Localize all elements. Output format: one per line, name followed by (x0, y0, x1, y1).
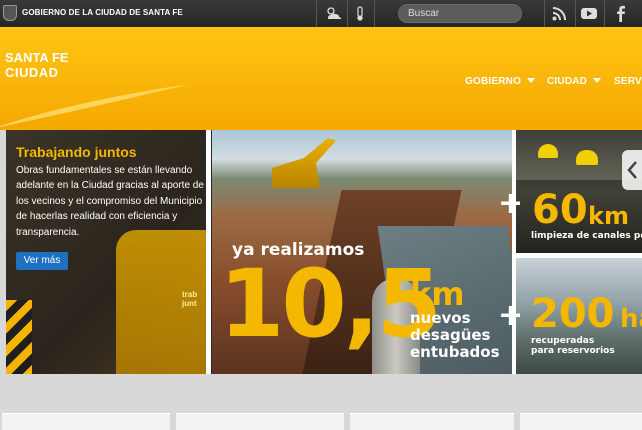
stat3-value: 200 (531, 291, 615, 337)
nav-label: CIUDAD (547, 76, 588, 87)
slide-divider (206, 130, 211, 374)
nav-servicios[interactable]: SERV (614, 76, 642, 87)
chevron-down-icon (593, 78, 602, 83)
feature-title: Trabajando juntos (16, 144, 137, 160)
content-card[interactable] (350, 413, 514, 430)
stat3-desc: recuperadas para reservorios (531, 336, 615, 356)
facebook-icon[interactable] (612, 5, 630, 22)
excavator-image (272, 138, 336, 188)
logo-swoosh-icon (0, 84, 190, 127)
stat2-desc: limpieza de canales por (531, 231, 642, 241)
temperature-icon[interactable] (351, 5, 369, 22)
nav-label: SERV (614, 76, 642, 87)
logo-ciudad[interactable]: CIUDAD (5, 66, 59, 79)
feature-panel: trab junt Trabajando juntos Obras fundam… (6, 130, 206, 374)
search-input[interactable]: Buscar (398, 4, 522, 23)
stat-main-desc: nuevos desagües entubados (410, 309, 500, 361)
rss-icon[interactable] (551, 5, 569, 22)
chevron-down-icon (527, 78, 536, 83)
hazard-stripes (6, 300, 32, 374)
weather-icon[interactable] (324, 5, 342, 22)
nav-ciudad[interactable]: CIUDAD (547, 76, 602, 87)
feature-body: Obras fundamentales se están llevando ad… (16, 165, 204, 238)
plus-sign: + (498, 186, 524, 221)
hardhat-image (538, 144, 558, 158)
separator (575, 0, 576, 27)
separator (604, 0, 605, 27)
plus-sign: + (498, 298, 524, 333)
slider-next-button[interactable] (622, 150, 642, 190)
top-bar: GOBIERNO DE LA CIUDAD DE SANTA FE Buscar (0, 0, 642, 27)
vest-text: trab junt (182, 290, 198, 308)
nav-label: GOBIERNO (465, 76, 522, 87)
stat3-unit: ha (620, 304, 642, 334)
hardhat-image (576, 150, 598, 165)
site-header (0, 27, 642, 130)
separator (374, 0, 375, 27)
content-card[interactable] (176, 413, 344, 430)
content-card[interactable] (520, 413, 642, 430)
youtube-icon[interactable] (580, 5, 598, 22)
logo-santa-fe[interactable]: SANTA FE (5, 51, 69, 64)
content-card[interactable] (2, 413, 170, 430)
chevron-left-icon (627, 161, 637, 179)
stat2-unit: km (588, 202, 629, 230)
stat-main-value: 10,5 (219, 250, 442, 359)
separator (316, 0, 317, 27)
ver-mas-button[interactable]: Ver más (16, 252, 68, 270)
nav-gobierno[interactable]: GOBIERNO (465, 76, 536, 87)
stat2-value: 60 (532, 187, 588, 233)
government-name[interactable]: GOBIERNO DE LA CIUDAD DE SANTA FE (22, 8, 183, 17)
stat-main-unit: km (410, 275, 465, 313)
city-crest-icon[interactable] (3, 5, 17, 21)
separator (347, 0, 348, 27)
separator (544, 0, 545, 27)
